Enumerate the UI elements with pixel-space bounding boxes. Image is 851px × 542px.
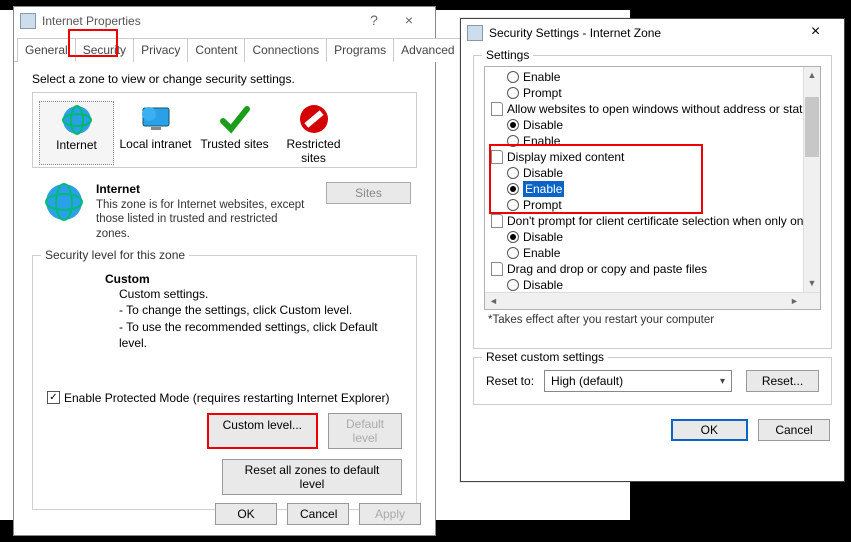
custom-line1: - To change the settings, click Custom l… [119, 302, 402, 318]
opt-disable: Disable [523, 165, 563, 181]
takes-effect-note: *Takes effect after you restart your com… [488, 314, 821, 326]
reset-to-select[interactable]: High (default) ▾ [544, 370, 732, 392]
tab-programs[interactable]: Programs [326, 38, 394, 62]
restricted-icon [276, 101, 351, 137]
zone-internet-label: Internet [40, 138, 113, 152]
zone-restricted-sites[interactable]: Restricted sites [276, 101, 351, 165]
tab-privacy[interactable]: Privacy [133, 38, 188, 62]
radio-icon[interactable] [507, 247, 519, 259]
opt-disable: Disable [523, 229, 563, 245]
reset-group-title: Reset custom settings [482, 350, 608, 364]
zone-local-label: Local intranet [118, 137, 193, 151]
radio-icon[interactable] [507, 183, 519, 195]
zone-list: Internet Local intranet Trusted sites Re… [32, 92, 417, 168]
tab-connections[interactable]: Connections [244, 38, 327, 62]
zone-internet[interactable]: Internet [39, 101, 114, 165]
radio-icon[interactable] [507, 119, 519, 131]
zone-trusted-sites[interactable]: Trusted sites [197, 101, 272, 165]
cancel-button[interactable]: Cancel [287, 503, 349, 525]
radio-icon[interactable] [507, 279, 519, 291]
opt-enable: Enable [523, 133, 560, 149]
scroll-right-icon[interactable]: ► [786, 293, 803, 309]
zone-prompt: Select a zone to view or change security… [32, 72, 417, 86]
custom-line2: - To use the recommended settings, click… [119, 319, 402, 351]
scroll-thumb[interactable] [805, 97, 819, 157]
scroll-left-icon[interactable]: ◄ [485, 293, 502, 309]
radio-icon[interactable] [507, 87, 519, 99]
reset-all-zones-button[interactable]: Reset all zones to default level [222, 459, 402, 495]
radio-icon[interactable] [507, 231, 519, 243]
horizontal-scrollbar[interactable]: ◄ ► [485, 292, 820, 309]
monitor-icon [118, 101, 193, 137]
scroll-up-icon[interactable]: ▲ [804, 67, 820, 84]
setting-icon [491, 150, 503, 164]
opt-enable-selected: Enable [523, 181, 564, 197]
setting-icon [491, 214, 503, 228]
reset-button[interactable]: Reset... [746, 370, 819, 392]
opt-prompt: Prompt [523, 309, 562, 310]
ok-button[interactable]: OK [215, 503, 277, 525]
security-level-group-title: Security level for this zone [41, 248, 189, 262]
zone-detail-heading: Internet [96, 182, 314, 196]
opt-disable: Disable [523, 277, 563, 293]
globe-large-icon [44, 182, 84, 222]
radio-icon[interactable] [507, 167, 519, 179]
scroll-down-icon[interactable]: ▼ [804, 275, 820, 292]
custom-settings-label: Custom settings. [119, 286, 402, 302]
tab-general[interactable]: General [17, 38, 76, 62]
tab-security[interactable]: Security [75, 38, 134, 62]
opt-prompt: Prompt [523, 85, 562, 101]
tab-advanced[interactable]: Advanced [393, 38, 462, 62]
opt-enable: Enable [523, 69, 560, 85]
setting-display-mixed-content: Display mixed content [507, 149, 624, 165]
setting-allow-windows: Allow websites to open windows without a… [507, 101, 821, 117]
reset-to-label: Reset to: [486, 374, 534, 388]
radio-icon[interactable] [507, 135, 519, 147]
zone-local-intranet[interactable]: Local intranet [118, 101, 193, 165]
internet-properties-dialog: Internet Properties ? × General Security… [13, 6, 436, 536]
radio-icon[interactable] [507, 199, 519, 211]
settings-group: Settings Enable Prompt Allow websites to… [473, 55, 832, 349]
custom-level-button[interactable]: Custom level... [207, 413, 318, 449]
security-settings-dialog: Security Settings - Internet Zone × Sett… [460, 18, 845, 482]
opt-enable: Enable [523, 245, 560, 261]
window-title: Security Settings - Internet Zone [489, 26, 793, 40]
protected-mode-checkbox[interactable]: ✓ [47, 391, 60, 404]
window-icon [467, 25, 483, 41]
settings-group-title: Settings [482, 48, 533, 62]
window-title: Internet Properties [42, 14, 359, 28]
apply-button[interactable]: Apply [359, 503, 421, 525]
security-level-group: Security level for this zone Custom Cust… [32, 255, 417, 510]
reset-custom-settings-group: Reset custom settings Reset to: High (de… [473, 357, 832, 405]
settings-tree[interactable]: Enable Prompt Allow websites to open win… [484, 66, 821, 310]
vertical-scrollbar[interactable]: ▲ ▼ [803, 67, 820, 292]
checkmark-icon [197, 101, 272, 137]
setting-dont-prompt-cert: Don't prompt for client certificate sele… [507, 213, 821, 229]
zone-restricted-label: Restricted sites [276, 137, 351, 165]
custom-heading: Custom [105, 272, 402, 286]
protected-mode-label: Enable Protected Mode (requires restarti… [64, 391, 390, 405]
ok-button[interactable]: OK [671, 419, 748, 441]
tab-strip: General Security Privacy Content Connect… [14, 37, 435, 62]
zone-trusted-label: Trusted sites [197, 137, 272, 151]
tab-content[interactable]: Content [187, 38, 245, 62]
zone-detail-desc: This zone is for Internet websites, exce… [96, 198, 314, 241]
opt-prompt: Prompt [523, 197, 562, 213]
default-level-button[interactable]: Default level [328, 413, 402, 449]
opt-disable: Disable [523, 117, 563, 133]
setting-icon [491, 262, 503, 276]
window-icon [20, 13, 36, 29]
reset-to-value: High (default) [551, 374, 623, 388]
titlebar: Internet Properties ? × [14, 7, 435, 35]
help-button[interactable]: ? [359, 10, 389, 32]
chevron-down-icon: ▾ [720, 376, 725, 387]
close-button[interactable]: × [389, 10, 429, 32]
sites-button[interactable]: Sites [326, 182, 411, 204]
setting-icon [491, 102, 503, 116]
globe-icon [40, 102, 113, 138]
setting-drag-drop: Drag and drop or copy and paste files [507, 261, 707, 277]
close-button[interactable]: × [793, 19, 838, 47]
radio-icon[interactable] [507, 71, 519, 83]
cancel-button[interactable]: Cancel [758, 419, 830, 441]
